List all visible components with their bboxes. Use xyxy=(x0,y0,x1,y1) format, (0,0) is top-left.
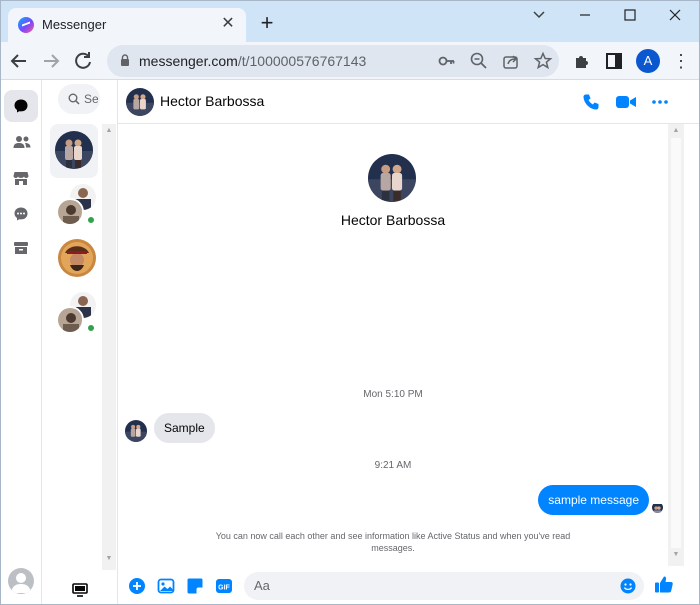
url-text[interactable]: messenger.com/t/100000576767143 xyxy=(139,53,366,69)
message-input[interactable]: Aa xyxy=(244,572,644,600)
people-icon xyxy=(13,136,31,148)
couple-photo-icon xyxy=(125,420,147,442)
emoji-icon[interactable] xyxy=(620,578,636,594)
key-icon[interactable] xyxy=(437,51,457,71)
browser-titlebar: Messenger ✕ + xyxy=(0,0,700,42)
chats-nav-button[interactable] xyxy=(4,90,38,122)
contact-profile-name: Hector Barbossa xyxy=(340,212,446,228)
message-timestamp: 9:21 AM xyxy=(374,460,412,471)
forward-button[interactable] xyxy=(38,48,64,74)
archive-nav-button[interactable] xyxy=(4,232,38,264)
maximize-button[interactable] xyxy=(612,6,648,24)
reload-button[interactable] xyxy=(70,48,96,74)
gif-icon[interactable]: GIF xyxy=(215,577,233,595)
zoom-out-icon[interactable] xyxy=(469,51,489,71)
chat-list-scrollbar[interactable] xyxy=(102,124,116,570)
thread-scroll-up-arrow[interactable]: ▲ xyxy=(670,126,682,136)
minimize-button[interactable] xyxy=(567,6,603,24)
store-icon xyxy=(13,172,29,185)
chat-bubble-icon xyxy=(14,99,28,113)
window-close-button[interactable] xyxy=(657,6,693,24)
nav-rail xyxy=(0,80,42,605)
pirate-avatar-icon xyxy=(58,239,96,277)
my-profile-avatar[interactable] xyxy=(8,568,34,594)
incoming-message-bubble[interactable]: Sample xyxy=(154,413,215,443)
browser-menu-button[interactable]: ⋮ xyxy=(672,49,690,73)
scroll-up-arrow[interactable]: ▲ xyxy=(103,126,115,136)
couple-photo-icon xyxy=(368,154,416,202)
sticker-icon[interactable] xyxy=(186,577,204,595)
conversation-item-hector[interactable] xyxy=(50,124,98,178)
couple-photo-icon xyxy=(55,131,93,169)
share-icon[interactable] xyxy=(501,51,521,71)
default-user-icon xyxy=(11,573,31,593)
message-input-placeholder: Aa xyxy=(254,578,270,593)
conversation-item-group-1[interactable] xyxy=(54,184,98,238)
conversation-avatar xyxy=(56,306,84,334)
conversation-info-button[interactable] xyxy=(650,92,670,112)
extensions-puzzle-icon[interactable] xyxy=(572,51,592,71)
attach-photo-icon[interactable] xyxy=(157,577,175,595)
chat-dots-icon xyxy=(14,207,28,221)
marketplace-nav-button[interactable] xyxy=(4,162,38,194)
person-photo-icon xyxy=(58,200,82,224)
contact-avatar[interactable] xyxy=(126,88,154,116)
person-photo-icon xyxy=(58,308,82,332)
archive-box-icon xyxy=(14,242,28,254)
search-placeholder: Se xyxy=(84,92,98,106)
online-status-dot xyxy=(86,215,96,225)
message-composer: GIF Aa xyxy=(118,566,700,605)
message-timestamp: Mon 5:10 PM xyxy=(363,389,423,400)
messenger-logo-icon xyxy=(18,17,34,33)
bookmark-star-icon[interactable] xyxy=(533,51,553,71)
more-actions-plus-icon[interactable] xyxy=(128,577,146,595)
address-bar[interactable]: messenger.com/t/100000576767143 xyxy=(107,45,559,77)
new-tab-button[interactable]: + xyxy=(256,12,278,34)
side-panel-icon[interactable] xyxy=(604,51,624,71)
desktop-app-icon[interactable] xyxy=(72,583,88,597)
contact-profile-photo[interactable] xyxy=(368,154,416,202)
contact-name[interactable]: Hector Barbossa xyxy=(160,93,264,109)
voice-call-button[interactable] xyxy=(581,92,601,112)
message-thread: Hector Barbossa Mon 5:10 PM Sample 9:21 … xyxy=(118,124,668,566)
chat-list: Se ▲ ▼ xyxy=(42,80,118,605)
conversation-header: Hector Barbossa xyxy=(118,80,700,124)
thumbs-up-icon[interactable] xyxy=(654,574,674,594)
tab-close-button[interactable]: ✕ xyxy=(218,14,238,34)
search-icon xyxy=(68,93,80,105)
url-host: messenger.com xyxy=(139,53,238,69)
message-requests-nav-button[interactable] xyxy=(4,198,38,230)
conversation-item-pirate[interactable] xyxy=(54,236,98,290)
thread-scroll-down-arrow[interactable]: ▼ xyxy=(670,550,682,560)
video-call-button[interactable] xyxy=(615,92,637,112)
profile-avatar-button[interactable]: A xyxy=(636,49,660,73)
couple-photo-icon xyxy=(652,504,663,513)
url-path: /t/100000576767143 xyxy=(237,53,367,69)
browser-tab-messenger[interactable]: Messenger ✕ xyxy=(8,8,246,42)
tab-search-chevron-icon[interactable] xyxy=(521,6,557,24)
tab-title: Messenger xyxy=(42,17,107,32)
sender-avatar[interactable] xyxy=(125,420,147,442)
seen-receipt-avatar xyxy=(652,502,663,513)
chat-search-input[interactable]: Se xyxy=(58,84,100,114)
conversation-avatar xyxy=(56,198,84,226)
privacy-notice: You can now call each other and see info… xyxy=(215,531,571,553)
browser-toolbar: messenger.com/t/100000576767143 A ⋮ xyxy=(0,42,700,80)
conversation-avatar xyxy=(55,131,93,169)
online-status-dot xyxy=(86,323,96,333)
thread-scrollbar-thumb[interactable] xyxy=(671,138,681,548)
outgoing-message-bubble[interactable]: sample message xyxy=(538,485,649,515)
back-button[interactable] xyxy=(6,48,32,74)
people-nav-button[interactable] xyxy=(4,126,38,158)
scroll-down-arrow[interactable]: ▼ xyxy=(103,554,115,564)
svg-text:GIF: GIF xyxy=(218,585,230,592)
lock-icon[interactable] xyxy=(119,54,131,66)
conversation-item-group-2[interactable] xyxy=(54,292,98,346)
couple-photo-icon xyxy=(126,88,154,116)
conversation-avatar xyxy=(58,239,96,277)
